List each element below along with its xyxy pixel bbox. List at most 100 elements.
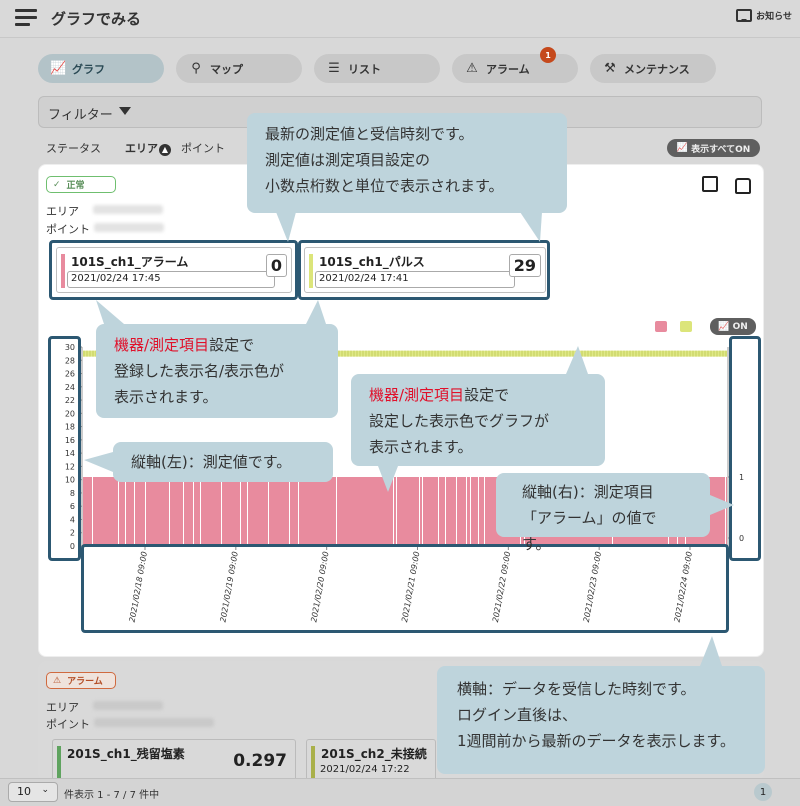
alarm-bar (248, 477, 250, 546)
alarm-bar (89, 477, 92, 546)
alarm-bar (211, 477, 215, 546)
callout-left-axis: 縦軸(左)：測定値です。 (113, 442, 333, 482)
callout-line: 小数点桁数と単位で表示されます。 (265, 177, 504, 195)
alarm-bar (439, 477, 445, 546)
x-tick-label: 2021/02/18 09:00 (128, 551, 149, 623)
status-text: アラーム (67, 677, 103, 687)
callout-line: 表示されます。 (114, 388, 218, 406)
alarm-bar (322, 477, 330, 546)
alarm-bar (716, 477, 725, 546)
callout-highlight: 機器/測定項目 (369, 386, 465, 404)
callout-x-axis: 横軸：データを受信した時刻です。 ログイン直後は、 1週間前から最新のデータを表… (437, 666, 765, 774)
left-tick-label: 22 (65, 396, 75, 405)
left-tick-label: 30 (65, 343, 75, 352)
callout-graph-color: 機器/測定項目設定で 設定した表示色でグラフが 表示されます。 (351, 374, 605, 466)
alarm-bar (457, 477, 466, 546)
alarm-bar (258, 477, 268, 546)
left-tick-label: 16 (65, 436, 75, 445)
x-tick-label: 2021/02/20 09:00 (309, 551, 330, 623)
callout-latest-value: 最新の測定値と受信時刻です。 測定値は測定項目設定の 小数点桁数と単位で表示され… (247, 113, 567, 213)
alarm-bar (142, 477, 145, 546)
alarm-bar (111, 477, 118, 546)
callout-line: 「アラーム」の値です。 (522, 509, 657, 553)
alarm-bar (491, 477, 493, 546)
alarm-bar (479, 477, 484, 546)
left-tick-label: 18 (65, 423, 75, 432)
alarm-bar (274, 477, 279, 546)
area-row-2: エリア (46, 699, 163, 715)
alarm-bar (344, 477, 352, 546)
alarm-bar (98, 477, 100, 546)
left-tick-label: 28 (65, 356, 75, 365)
alarm-bar (726, 477, 727, 546)
alarm-bar (184, 477, 187, 546)
x-tick-label: 2021/02/21 09:00 (400, 551, 421, 623)
callout-line: 最新の測定値と受信時刻です。 (265, 125, 474, 143)
alarm-bar (330, 477, 336, 546)
callout-highlight: 機器/測定項目 (114, 336, 210, 354)
alarm-bar (312, 477, 322, 546)
alarm-bar (429, 477, 438, 546)
left-tick-label: 4 (70, 515, 75, 524)
alarm-bar (365, 477, 367, 546)
alarm-bar (290, 477, 298, 546)
alarm-bar (126, 477, 134, 546)
alarm-bar (337, 477, 341, 546)
alarm-bar (209, 477, 211, 546)
callout-line: 縦軸(右)：測定項目 (522, 483, 654, 501)
callout-text: 設定で (209, 336, 255, 354)
alarm-bar (383, 477, 393, 546)
callout-line: 登録した表示名/表示色が (114, 362, 285, 380)
alarm-bar (412, 477, 416, 546)
alarm-bar (156, 477, 159, 546)
tile-name: 201S_ch1_残留塩素 (67, 747, 185, 761)
per-page-select[interactable]: 10 ⌄ (8, 782, 58, 802)
alarm-bar (250, 477, 258, 546)
alarm-bar (241, 477, 247, 546)
alarm-bar (341, 477, 344, 546)
left-tick-label: 20 (65, 409, 75, 418)
alarm-bar (367, 477, 373, 546)
left-tick-label: 24 (65, 383, 75, 392)
alarm-bar (170, 477, 175, 546)
alarm-bar (352, 477, 356, 546)
alarm-bar (187, 477, 193, 546)
alarm-bar (356, 477, 358, 546)
page-button[interactable]: 1 (754, 783, 772, 801)
alarm-bar (159, 477, 169, 546)
alarm-bar (450, 477, 452, 546)
alarm-bar (194, 477, 200, 546)
alarm-bar (709, 477, 716, 546)
x-tick-label: 2021/02/22 09:00 (491, 551, 512, 623)
alarm-bar (237, 477, 240, 546)
alarm-bar (380, 477, 383, 546)
pagination-bar: 10 ⌄ 件表示 1 - 7 / 7 件中 1 (0, 778, 800, 806)
pagination-info: 件表示 1 - 7 / 7 件中 (64, 790, 160, 801)
alarm-bar (229, 477, 237, 546)
alarm-bar (119, 477, 125, 546)
area-value-blurred (93, 701, 163, 710)
left-tick-label: 14 (65, 449, 75, 458)
alarm-bar (215, 477, 221, 546)
alarm-bar (303, 477, 312, 546)
callout-line: 測定値は測定項目設定の (265, 151, 431, 169)
callout-line: 縦軸(左)：測定値です。 (131, 453, 292, 471)
chevron-down-icon: ⌄ (41, 785, 49, 795)
point-value-blurred (94, 718, 214, 727)
tile-value: 0.297 (233, 751, 287, 771)
point-label: ポイント (46, 718, 90, 731)
alarm-bar (285, 477, 289, 546)
tile-name: 201S_ch2_未接続 (321, 747, 427, 761)
per-page-value: 10 (17, 785, 31, 798)
alarm-bar (373, 477, 380, 546)
alarm-bar (93, 477, 98, 546)
callout-line: ログイン直後は、 (457, 706, 578, 724)
alarm-bar (269, 477, 274, 546)
left-tick-label: 2 (70, 529, 75, 538)
area-label: エリア (46, 701, 79, 714)
callout-text: 設定で (464, 386, 510, 404)
right-tick-label: 1 (739, 473, 744, 482)
alarm-bar (420, 477, 422, 546)
alarm-bar (107, 477, 111, 546)
alarm-bar (467, 477, 470, 546)
